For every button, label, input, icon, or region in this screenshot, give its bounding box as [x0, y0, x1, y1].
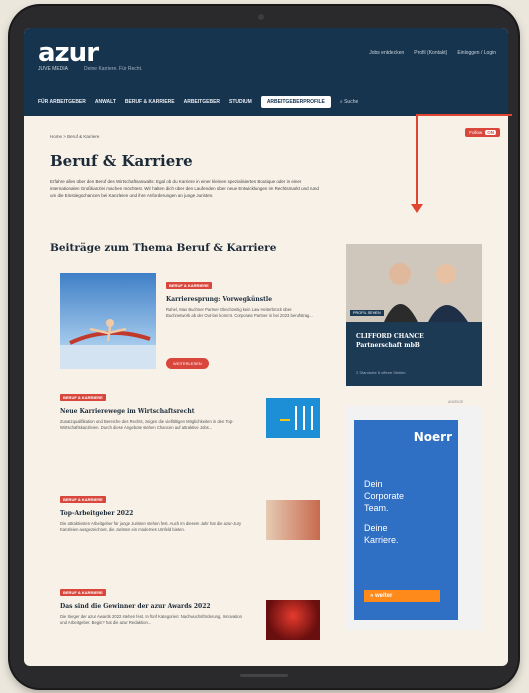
- clifford-chance-ad[interactable]: PROFIL SEHEN CLIFFORD CHANCE Partnerscha…: [346, 244, 482, 386]
- article-item[interactable]: BERUF & KARRIERE Das sind die Gewinner d…: [60, 581, 300, 626]
- top-link-jobs[interactable]: Jobs entdecken: [369, 50, 404, 56]
- search-link[interactable]: ⌕ Suche: [340, 99, 358, 105]
- featured-title[interactable]: Karrieresprung: Vorwegkünstle: [166, 296, 316, 303]
- arbeitgeberprofile-button[interactable]: ARBEITGEBERPROFILE: [260, 96, 331, 108]
- tagline: Deine Karriere. Für Recht.: [84, 66, 143, 72]
- featured-article[interactable]: BERUF & KARRIERE Karrieresprung: Vorwegk…: [166, 274, 316, 319]
- ad-firm-line2: Partnerschaft mbB: [356, 342, 420, 349]
- read-more-button[interactable]: WEITERLESEN: [166, 358, 209, 369]
- ad-line: Dein: [364, 479, 383, 489]
- weiter-button[interactable]: » weiter: [364, 590, 440, 602]
- ad-line: Corporate: [364, 491, 405, 501]
- nav-item-beruf[interactable]: BERUF & KARRIERE: [125, 99, 175, 105]
- logo-sub: JUVE MEDIA: [38, 66, 69, 72]
- nav-item-arbeitgeber2[interactable]: ARBEITGEBER: [184, 99, 220, 105]
- article-desc: Zusatzqualifikation und Bereiche des Rec…: [60, 419, 234, 430]
- intro-text: Erfahre alles über den Beruf des Wirtsch…: [50, 179, 319, 198]
- section-title: Beiträge zum Thema Beruf & Karriere: [50, 242, 277, 254]
- gymnast-illustration: [60, 319, 156, 369]
- ad-label: ANZEIGE: [448, 400, 464, 404]
- article-title[interactable]: Das sind die Gewinner der azur Awards 20…: [60, 603, 300, 610]
- featured-image[interactable]: [60, 273, 156, 369]
- ad-footer: 2 Standorte 8 offene Stellen: [356, 370, 406, 375]
- annotation-arrow-stem: [416, 114, 418, 208]
- page-title: Beruf & Karriere: [50, 152, 193, 170]
- noerr-ad-panel: Noerr Dein Corporate Team. Deine Karrier…: [354, 420, 458, 620]
- home-indicator: [240, 674, 288, 677]
- ad-firm-line1: CLIFFORD CHANCE: [356, 333, 424, 340]
- noerr-ad[interactable]: Noerr Dein Corporate Team. Deine Karrier…: [346, 406, 482, 630]
- article-badge: BERUF & KARRIERE: [60, 496, 106, 503]
- noerr-ad-text: Dein Corporate Team. Deine Karriere.: [364, 478, 404, 546]
- ad-firm-name: CLIFFORD CHANCE Partnerschaft mbB: [356, 332, 424, 350]
- browser-screen: azur JUVE MEDIA Deine Karriere. Für Rech…: [24, 28, 508, 666]
- nav-item-arbeitgeber[interactable]: FÜR ARBEITGEBER: [38, 99, 86, 105]
- article-desc: Die Sieger der azur Awards 2022 stehen f…: [60, 614, 242, 625]
- top-link-login[interactable]: Einloggen / Login: [457, 50, 496, 56]
- camera-dot: [258, 14, 264, 20]
- featured-badge: BERUF & KARRIERE: [166, 282, 212, 289]
- article-title[interactable]: Top-Arbeitgeber 2022: [60, 510, 300, 517]
- ad-tag[interactable]: PROFIL SEHEN: [350, 310, 384, 316]
- article-badge: BERUF & KARRIERE: [60, 394, 106, 401]
- article-title[interactable]: Neue Karrierewege im Wirtschaftsrecht: [60, 408, 300, 415]
- site-header: azur JUVE MEDIA Deine Karriere. Für Rech…: [24, 28, 508, 116]
- arrows-icon: [274, 398, 320, 438]
- annotation-arrow-line: [416, 114, 512, 116]
- top-link-profil[interactable]: Profil (Kontakt): [414, 50, 447, 56]
- ad-line: Team.: [364, 503, 389, 513]
- site-logo[interactable]: azur: [38, 38, 99, 68]
- ad-line: Deine: [364, 523, 388, 533]
- follow-label: Follow: [469, 130, 483, 135]
- search-label: Suche: [344, 99, 359, 105]
- noerr-logo: Noerr: [413, 430, 452, 444]
- nav-item-anwalt[interactable]: ANWALT: [95, 99, 116, 105]
- top-links: Jobs entdecken Profil (Kontakt) Einlogge…: [369, 50, 496, 56]
- article-item[interactable]: BERUF & KARRIERE Neue Karrierewege im Wi…: [60, 386, 300, 431]
- main-nav: FÜR ARBEITGEBER ANWALT BERUF & KARRIERE …: [38, 96, 358, 108]
- annotation-arrow-icon: [411, 204, 423, 213]
- breadcrumb[interactable]: Home > Beruf & Karriere: [50, 134, 99, 139]
- tablet-frame: azur JUVE MEDIA Deine Karriere. Für Rech…: [10, 6, 518, 688]
- article-thumb-3[interactable]: [266, 600, 320, 640]
- follow-toggle[interactable]: Follow ON: [465, 128, 500, 137]
- article-item[interactable]: BERUF & KARRIERE Top-Arbeitgeber 2022 Di…: [60, 488, 300, 533]
- article-desc: Die attraktivsten Arbeitgeber für junge …: [60, 521, 242, 532]
- article-thumb-1[interactable]: [266, 398, 320, 438]
- follow-key: ON: [485, 130, 496, 135]
- article-badge: BERUF & KARRIERE: [60, 589, 106, 596]
- article-thumb-2[interactable]: [266, 500, 320, 540]
- nav-item-studium[interactable]: STUDIUM: [229, 99, 252, 105]
- featured-desc: Rahel, Max Buchner Partner Gleichzeitig …: [166, 307, 313, 318]
- ad-line: Karriere.: [364, 535, 399, 545]
